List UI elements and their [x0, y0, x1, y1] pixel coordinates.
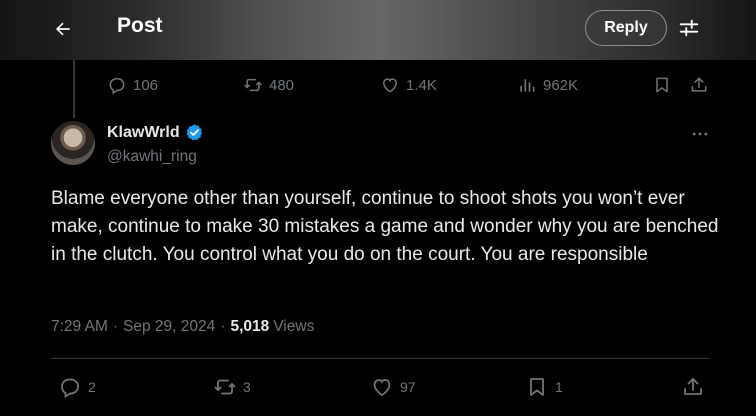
repost-count: 480 — [269, 76, 295, 94]
previous-post-actions: 106 480 1.4K 962K — [0, 70, 756, 100]
heart-icon — [373, 379, 391, 397]
bar-chart-icon — [520, 79, 535, 92]
post-date[interactable]: Sep 29, 2024 — [123, 318, 215, 336]
post-meta: 7:29 AM · Sep 29, 2024 · 5,018 Views — [51, 318, 314, 336]
repost-count: 3 — [243, 379, 251, 395]
like-count: 1.4K — [406, 76, 437, 94]
repost-action[interactable]: 3 — [213, 372, 251, 402]
reply-icon — [61, 378, 79, 399]
like-action[interactable]: 97 — [370, 372, 416, 402]
share-icon — [691, 77, 707, 92]
share-action[interactable] — [681, 372, 705, 402]
share-icon — [684, 378, 702, 395]
divider — [51, 358, 710, 359]
post-text: Blame everyone other than yourself, cont… — [51, 188, 719, 265]
repost-icon — [244, 78, 262, 92]
settings-button[interactable] — [676, 15, 702, 41]
reply-count: 106 — [133, 76, 159, 94]
verified-badge-icon — [186, 124, 202, 141]
bookmark-icon — [530, 378, 544, 396]
post-views-count: 5,018 — [230, 318, 270, 335]
post-time[interactable]: 7:29 AM — [51, 318, 108, 336]
reply-action[interactable]: 106 — [107, 70, 158, 100]
views-count: 962K — [543, 76, 579, 94]
more-horizontal-icon — [692, 132, 708, 136]
display-name[interactable]: KlawWrld — [107, 124, 180, 142]
bookmark-count: 1 — [555, 379, 563, 395]
author-name-row[interactable]: KlawWrld — [107, 123, 204, 142]
bookmark-action[interactable]: 1 — [525, 372, 563, 402]
reply-button[interactable]: Reply — [585, 10, 667, 46]
avatar[interactable] — [51, 121, 95, 165]
views-action[interactable]: 962K — [517, 70, 578, 100]
bookmark-icon — [656, 77, 668, 93]
repost-icon — [214, 379, 236, 395]
separator: · — [220, 318, 226, 335]
sliders-icon — [679, 19, 699, 37]
reply-icon — [109, 78, 125, 95]
back-button[interactable] — [46, 12, 80, 46]
bookmark-action[interactable] — [652, 70, 672, 100]
post-actions: 2 3 97 1 — [0, 372, 756, 402]
handle[interactable]: @kawhi_ring — [107, 148, 197, 166]
like-count: 97 — [400, 379, 416, 395]
reply-count: 2 — [88, 379, 96, 395]
more-options-button[interactable] — [688, 122, 712, 146]
share-action[interactable] — [689, 70, 709, 100]
arrow-left-icon — [56, 22, 70, 36]
like-action[interactable]: 1.4K — [380, 70, 437, 100]
repost-action[interactable]: 480 — [243, 70, 294, 100]
page-title: Post — [117, 14, 163, 37]
reply-action[interactable]: 2 — [58, 372, 96, 402]
post-views-label: Views — [273, 318, 315, 335]
separator: · — [112, 318, 119, 335]
heart-icon — [382, 78, 398, 93]
